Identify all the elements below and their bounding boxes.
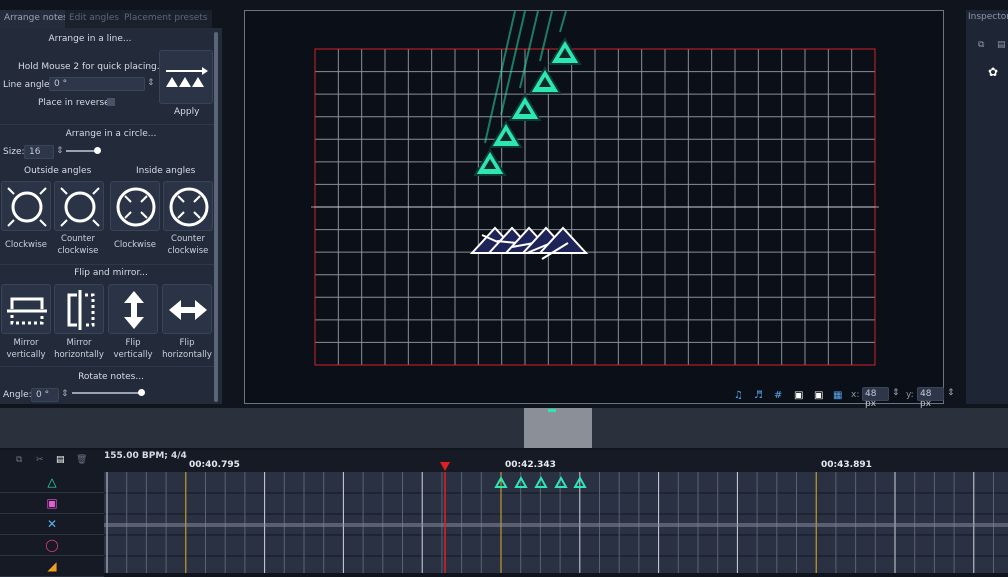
grid-x-spinner[interactable]: ⇕ — [892, 388, 900, 398]
tab-edit-angles[interactable]: Edit angles — [65, 10, 123, 28]
outside-angles-label: Outside angles — [24, 166, 92, 176]
inspector-title[interactable]: Inspector — [968, 12, 1008, 22]
tab-placement-presets[interactable]: Placement presets — [120, 10, 212, 28]
time-label: 00:43.891 — [821, 460, 872, 470]
editor-canvas[interactable] — [244, 10, 944, 404]
overview-viewport[interactable] — [524, 408, 592, 448]
grid-y-spinner[interactable]: ⇕ — [947, 388, 955, 398]
x-label: x: — [851, 390, 860, 400]
line-angle-input[interactable]: 0 ° — [49, 77, 145, 91]
reverse-checkbox[interactable] — [107, 98, 115, 106]
note-trail — [559, 10, 567, 33]
outside-counter-clockwise-button[interactable] — [54, 181, 104, 231]
mirror-horizontal-icon — [67, 290, 95, 330]
copy-icon[interactable]: ⧉ — [978, 40, 984, 50]
copy-icon[interactable]: ⧉ — [16, 455, 22, 465]
grid-y-input[interactable]: 48 px — [917, 387, 944, 409]
line-angle-label: Line angle: — [3, 80, 53, 90]
circle-section-title: Arrange in a circle... — [65, 129, 157, 139]
circle-outward-icon — [7, 187, 47, 227]
grid-snap-icon[interactable]: # — [774, 390, 782, 401]
playhead-marker[interactable] — [440, 462, 450, 471]
horizontal-arrows-icon — [169, 300, 207, 320]
rotate-angle-label: Angle: — [3, 390, 32, 400]
note-trail — [539, 10, 553, 62]
circle-inward-icon — [169, 187, 209, 227]
time-label: 00:42.343 — [505, 460, 556, 470]
flip-horizontally-button[interactable] — [162, 284, 212, 334]
rotate-angle-spinner[interactable]: ⇕ — [61, 389, 69, 399]
flip-vertically-label: Flip vertically — [113, 338, 153, 360]
flip-section-title: Flip and mirror... — [74, 268, 148, 278]
quick-place-hint: Hold Mouse 2 for quick placing. — [18, 62, 160, 72]
reverse-label: Place in reverse: — [38, 98, 113, 108]
bpm-label: 155.00 BPM; 4/4 — [104, 451, 187, 461]
flip-horizontally-label: Flip horizontally — [162, 338, 212, 360]
inside-counter-clockwise-label: Counter clockwise — [167, 234, 209, 256]
mirror-vertically-label: Mirror vertically — [6, 338, 46, 360]
inspector-panel: Inspector ⧉ ▤ ✿ — [966, 10, 1008, 404]
circle-outward-icon — [60, 187, 100, 227]
line-angle-spinner[interactable]: ⇕ — [147, 78, 155, 88]
image-icon[interactable]: ▣ — [794, 390, 803, 401]
line-arrange-icon — [166, 67, 208, 87]
timeline-overview[interactable] — [0, 408, 1008, 448]
rotate-slider-knob[interactable] — [138, 389, 145, 396]
apply-line-button[interactable] — [159, 50, 213, 104]
overview-note-marker — [548, 409, 556, 412]
waveform — [104, 523, 1008, 527]
note-grid[interactable] — [245, 10, 945, 405]
lane-cross[interactable]: ✕ — [0, 514, 104, 535]
size-label: Size: — [3, 147, 25, 157]
size-input[interactable]: 16 — [24, 145, 54, 159]
mirror-vertically-button[interactable] — [1, 284, 51, 334]
grid-icon[interactable]: ▦ — [833, 390, 842, 401]
outside-clockwise-label: Clockwise — [4, 240, 48, 250]
video-icon[interactable]: ▣ — [814, 390, 823, 401]
apply-label: Apply — [174, 107, 200, 117]
mascot-icon: ✿ — [988, 65, 999, 79]
rotate-angle-input[interactable]: 0 ° — [31, 388, 59, 402]
tab-arrange-notes[interactable]: Arrange notes — [0, 10, 72, 28]
arrange-notes-panel: Arrange in a line... Hold Mouse 2 for qu… — [0, 28, 222, 404]
inside-clockwise-button[interactable] — [110, 181, 160, 231]
mirror-vertical-icon — [7, 297, 47, 325]
time-label: 00:40.795 — [189, 460, 240, 470]
size-spinner[interactable]: ⇕ — [56, 146, 64, 156]
rotate-section-title: Rotate notes... — [78, 372, 144, 382]
flip-vertically-button[interactable] — [108, 284, 158, 334]
panel-scrollbar[interactable] — [214, 32, 218, 402]
line-section-title: Arrange in a line... — [48, 34, 132, 44]
timeline-triangle-note — [534, 475, 548, 488]
size-slider[interactable] — [66, 147, 101, 154]
track-grid[interactable] — [104, 472, 1008, 573]
vertical-arrows-icon — [124, 291, 144, 329]
lane-triangle[interactable]: △ — [0, 472, 104, 493]
cut-icon[interactable]: ✂ — [36, 455, 44, 465]
inside-counter-clockwise-button[interactable] — [163, 181, 213, 231]
paste-icon[interactable]: ▤ — [56, 455, 65, 465]
delete-icon[interactable]: 🗑 — [76, 455, 87, 465]
mirror-horizontally-button[interactable] — [54, 284, 104, 334]
circle-inward-icon — [116, 187, 156, 227]
outside-counter-clockwise-label: Counter clockwise — [57, 234, 99, 256]
y-label: y: — [906, 390, 914, 400]
inside-angles-label: Inside angles — [136, 166, 196, 176]
grid-x-input[interactable]: 48 px — [862, 387, 889, 409]
rotate-slider[interactable] — [72, 389, 145, 396]
note-tool-icon[interactable]: ♫ — [734, 390, 743, 401]
timeline-triangle-note — [554, 475, 568, 488]
lane-slide[interactable]: ◢ — [0, 556, 104, 577]
inside-clockwise-label: Clockwise — [113, 240, 157, 250]
timeline-tracks[interactable] — [104, 472, 1008, 573]
mirror-horizontally-label: Mirror horizontally — [54, 338, 104, 360]
lane-square[interactable]: ▣ — [0, 493, 104, 514]
paste-icon[interactable]: ▤ — [997, 40, 1006, 50]
size-slider-knob[interactable] — [94, 147, 101, 154]
lane-circle[interactable]: ◯ — [0, 535, 104, 556]
music-note-icon[interactable]: ♬ — [754, 390, 763, 401]
outside-clockwise-button[interactable] — [1, 181, 51, 231]
